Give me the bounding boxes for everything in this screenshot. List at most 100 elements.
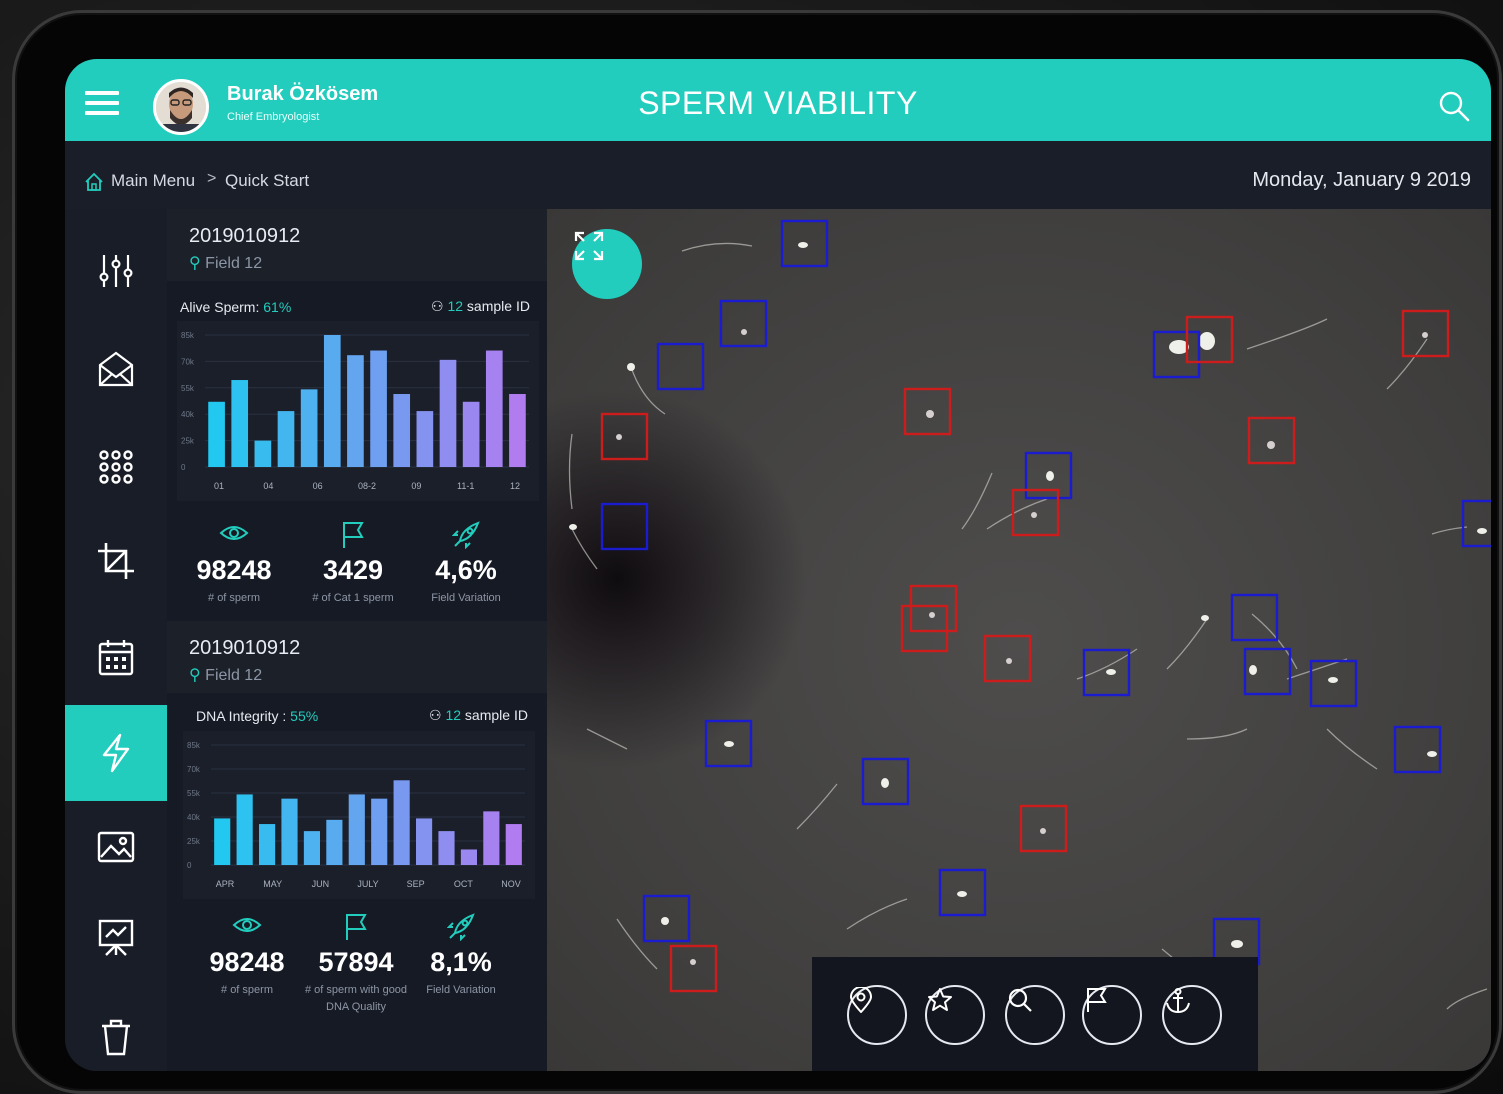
page-title: SPERM VIABILITY <box>638 85 918 121</box>
x-tick-label: 11-1 <box>457 481 474 491</box>
bar[interactable] <box>277 411 295 467</box>
rocket-icon <box>446 913 475 942</box>
top-bar: Burak Özkösem Chief Embryologist SPERM V… <box>65 59 1491 141</box>
breadcrumb-main-menu[interactable]: Main Menu <box>111 171 195 191</box>
x-tick-label: SEP <box>407 879 425 889</box>
flag-button[interactable] <box>1082 985 1142 1045</box>
x-tick-label: 08-2 <box>358 481 376 491</box>
nav-item-crop[interactable] <box>65 513 167 609</box>
bar[interactable] <box>300 389 318 467</box>
bar[interactable] <box>505 824 522 865</box>
data-panel: 2019010912 ⚲ Field 12 Alive Sperm: 61% ⚇… <box>167 209 547 1071</box>
bar[interactable] <box>509 394 526 467</box>
y-tick-label: 0 <box>187 861 192 870</box>
star-button[interactable] <box>925 985 985 1045</box>
bar[interactable] <box>208 401 225 467</box>
bar[interactable] <box>348 794 365 865</box>
zoom-icon <box>1008 988 1032 1012</box>
x-tick-label: NOV <box>501 879 521 889</box>
home-icon[interactable] <box>83 171 105 193</box>
location-pin-button[interactable] <box>847 985 907 1045</box>
mail-open-icon <box>98 351 134 387</box>
bar[interactable] <box>416 411 434 467</box>
app-screen: Burak Özkösem Chief Embryologist SPERM V… <box>65 59 1491 1071</box>
x-tick-label: APR <box>216 879 235 889</box>
bar[interactable] <box>393 780 410 865</box>
nav-item-apps[interactable] <box>65 419 167 515</box>
eye-icon <box>232 918 262 932</box>
dna-integrity-chart: 85k 70k 55k 40k 25k 0 APR MAY JUN JULY SEP OCT NOV <box>183 731 535 899</box>
nav-item-reports[interactable] <box>65 889 167 985</box>
nav-item-delete[interactable] <box>65 989 167 1071</box>
lightning-icon <box>102 733 130 773</box>
stat-field-variation: 4,6% Field Variation <box>406 521 526 607</box>
breadcrumb: Main Menu > Quick Start Monday, January … <box>65 141 1491 209</box>
flag-icon <box>1087 988 1107 1012</box>
bar[interactable] <box>462 401 480 467</box>
location-pin-icon <box>849 987 873 1013</box>
sample-id-count[interactable]: ⚇ 12 sample ID <box>431 298 530 315</box>
bar[interactable] <box>483 811 500 865</box>
zoom-button[interactable] <box>1005 985 1065 1045</box>
bar[interactable] <box>371 798 388 865</box>
sample-code: 2019010912 <box>189 637 301 659</box>
star-icon <box>928 988 952 1011</box>
alive-sperm-metric: Alive Sperm: 61% <box>180 299 292 315</box>
stat-label: # of sperm <box>208 592 260 604</box>
bar[interactable] <box>281 798 298 865</box>
y-tick-label: 25k <box>187 837 201 846</box>
field-label: ⚲ Field 12 <box>189 255 263 272</box>
x-tick-label: 06 <box>313 481 323 491</box>
location-pin-icon: ⚲ <box>189 255 201 272</box>
dna-integrity-metric: DNA Integrity : 55% <box>196 708 319 724</box>
x-tick-label: MAY <box>263 879 282 889</box>
sample-id-count[interactable]: ⚇ 12 sample ID <box>429 707 528 724</box>
sidebar-nav <box>65 209 167 1071</box>
bar[interactable] <box>303 831 321 865</box>
bar[interactable] <box>485 350 503 467</box>
nav-item-messages[interactable] <box>65 321 167 417</box>
nav-item-gallery[interactable] <box>65 799 167 895</box>
bar[interactable] <box>393 394 411 467</box>
bar[interactable] <box>326 819 343 865</box>
y-tick-label: 40k <box>187 813 201 822</box>
nav-item-calendar[interactable] <box>65 609 167 705</box>
tablet-frame: Burak Özkösem Chief Embryologist SPERM V… <box>12 10 1502 1094</box>
search-icon[interactable] <box>1437 89 1471 123</box>
bar[interactable] <box>438 831 455 865</box>
flag-icon <box>346 914 367 940</box>
x-tick-label: 12 <box>510 481 520 491</box>
bar[interactable] <box>439 359 457 467</box>
calendar-icon <box>98 640 134 676</box>
stat-label: Field Variation <box>431 592 501 604</box>
microscope-image[interactable] <box>547 209 1491 1071</box>
bar[interactable] <box>254 440 272 467</box>
bar[interactable] <box>214 818 231 865</box>
users-icon: ⚇ <box>429 707 442 723</box>
flag-icon <box>343 522 364 548</box>
nav-item-settings[interactable] <box>65 223 167 319</box>
bar[interactable] <box>460 849 478 865</box>
bar[interactable] <box>415 818 433 865</box>
trash-icon <box>102 1019 130 1056</box>
bar[interactable] <box>236 794 253 865</box>
stat-cat1-count: 3429 # of Cat 1 sperm <box>293 521 413 607</box>
image-icon <box>97 831 135 863</box>
eye-icon <box>219 526 249 540</box>
stat-value: 57894 <box>318 947 394 977</box>
bar[interactable] <box>323 335 341 467</box>
bar[interactable] <box>347 355 364 467</box>
alive-sperm-chart: 85k 70k 55k 40k 25k 0 01 04 06 08-2 09 11-1 12 <box>177 321 539 501</box>
stat-label: # of sperm <box>221 984 273 996</box>
nav-item-analysis[interactable] <box>65 705 167 801</box>
sperm-detections <box>568 219 1491 1010</box>
x-tick-label: JULY <box>357 879 378 889</box>
anchor-icon <box>1166 988 1190 1014</box>
stat-value: 98248 <box>196 555 272 585</box>
bar[interactable] <box>231 380 249 467</box>
bar[interactable] <box>258 824 276 865</box>
breadcrumb-quick-start[interactable]: Quick Start <box>225 171 309 191</box>
anchor-button[interactable] <box>1162 985 1222 1045</box>
expand-icon[interactable] <box>572 229 642 299</box>
bar[interactable] <box>370 350 387 467</box>
